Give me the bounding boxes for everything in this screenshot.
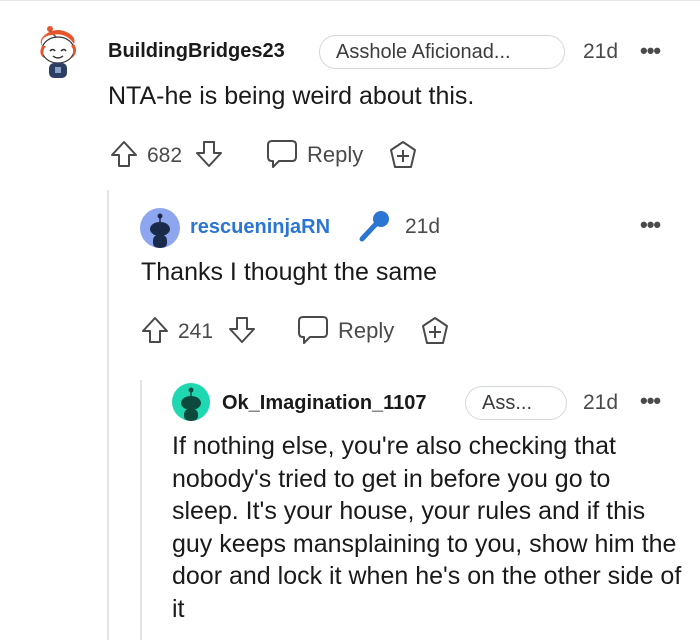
vote-count: 682 <box>147 144 183 167</box>
comment-age: 21d <box>583 40 619 63</box>
award-plus-icon[interactable] <box>387 139 419 171</box>
vote-count: 241 <box>178 320 214 343</box>
reply-bubble-icon[interactable] <box>265 138 299 170</box>
username[interactable]: rescueninjaRN <box>190 216 330 239</box>
snoo-default-icon <box>150 213 170 248</box>
microphone-icon <box>357 209 391 243</box>
reply-bubble-icon[interactable] <box>296 314 330 346</box>
user-flair: Ass... <box>465 386 567 420</box>
downvote-icon[interactable] <box>194 139 224 169</box>
avatar[interactable] <box>36 24 82 80</box>
reply-button[interactable]: Reply <box>338 318 394 344</box>
avatar[interactable] <box>140 208 180 248</box>
more-options-icon[interactable]: ••• <box>640 388 661 414</box>
more-options-icon[interactable]: ••• <box>640 212 661 238</box>
username[interactable]: Ok_Imagination_1107 <box>222 392 427 415</box>
upvote-icon[interactable] <box>140 315 170 345</box>
username[interactable]: BuildingBridges23 <box>108 40 285 63</box>
more-options-icon[interactable]: ••• <box>640 38 661 64</box>
upvote-icon[interactable] <box>109 139 139 169</box>
comment-body: Thanks I thought the same <box>141 258 438 286</box>
top-divider <box>0 0 700 1</box>
comment-body: If nothing else, you're also checking th… <box>172 432 682 623</box>
downvote-icon[interactable] <box>227 315 257 345</box>
avatar[interactable] <box>172 383 210 421</box>
comment-body: NTA-he is being weird about this. <box>108 82 475 110</box>
award-plus-icon[interactable] <box>419 315 451 347</box>
thread-line[interactable] <box>140 380 142 640</box>
user-flair: Asshole Aficionad... <box>319 35 565 69</box>
thread-line[interactable] <box>107 190 109 640</box>
comment-age: 21d <box>583 391 619 414</box>
snoo-avatar-icon <box>40 26 77 78</box>
comment-age: 21d <box>405 215 441 238</box>
reply-button[interactable]: Reply <box>307 142 363 168</box>
snoo-default-icon <box>181 387 201 421</box>
